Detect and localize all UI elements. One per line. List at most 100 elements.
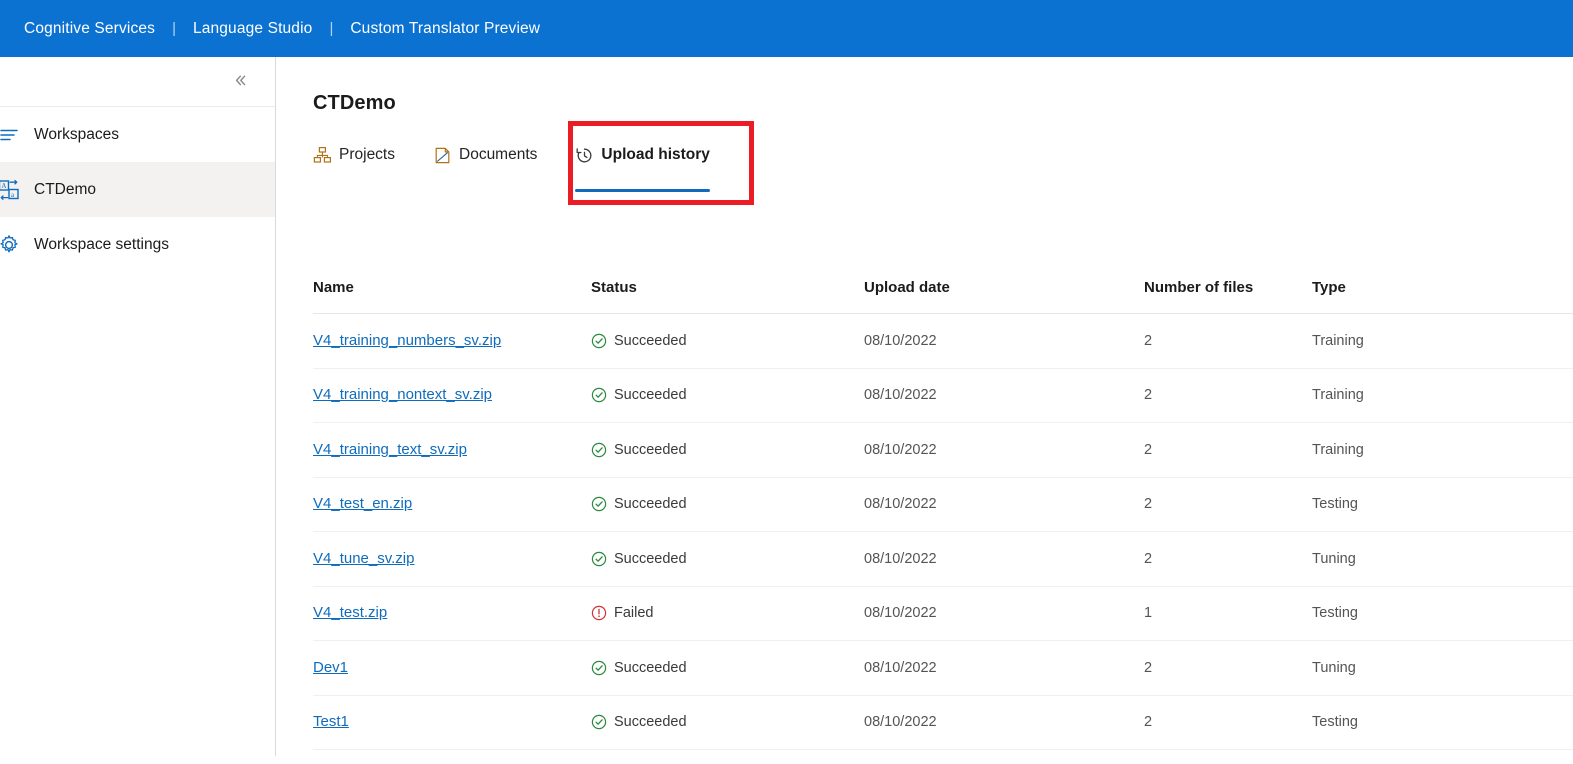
file-link[interactable]: Test1 [313, 713, 349, 730]
svg-text:a: a [11, 190, 15, 198]
tab-upload-history[interactable]: Upload history [575, 140, 710, 192]
table-header-row: Name Status Upload date Number of files … [313, 261, 1573, 314]
breadcrumb-cognitive-services[interactable]: Cognitive Services [24, 20, 155, 38]
table-cell-type: Tuning [1312, 659, 1356, 676]
file-link[interactable]: V4_training_numbers_sv.zip [313, 332, 501, 349]
table-cell-name: V4_training_numbers_sv.zip [313, 332, 591, 350]
table-cell-name: V4_training_text_sv.zip [313, 441, 591, 459]
table-cell-number-of-files: 2 [1144, 387, 1153, 404]
status-badge: Succeeded [591, 442, 864, 458]
sidebar: Workspaces A a CTDemo Workspace settings [0, 57, 276, 756]
table-cell-number-of-files: 2 [1144, 550, 1153, 567]
tab-documents[interactable]: Documents [433, 140, 537, 174]
breadcrumb-separator: | [329, 20, 334, 37]
table-cell-number-of-files: 2 [1144, 332, 1153, 349]
table-cell-type: Tuning [1312, 550, 1356, 567]
error-circle-icon [591, 605, 607, 621]
tab-label: Projects [339, 146, 395, 163]
table-cell-type: Testing [1312, 714, 1358, 731]
sidebar-item-label: CTDemo [34, 180, 97, 198]
status-label: Succeeded [614, 387, 687, 404]
table-cell-name: V4_training_nontext_sv.zip [313, 386, 591, 404]
table-cell-type: Training [1312, 441, 1364, 458]
main-content: CTDemo Projects Documents Upload history… [277, 57, 1573, 756]
status-label: Succeeded [614, 441, 687, 458]
sidebar-item-workspace-settings[interactable]: Workspace settings [0, 217, 275, 272]
status-label: Succeeded [614, 550, 687, 567]
success-check-icon [591, 442, 607, 458]
success-check-icon [591, 387, 607, 403]
status-badge: Succeeded [591, 660, 864, 676]
tab-label: Documents [459, 146, 538, 163]
chevron-double-left-icon[interactable] [232, 72, 249, 92]
file-link[interactable]: V4_test_en.zip [313, 495, 412, 512]
sidebar-collapse-row [0, 57, 275, 107]
sidebar-item-workspaces[interactable]: Workspaces [0, 107, 275, 162]
upload-history-table: Name Status Upload date Number of files … [313, 261, 1573, 750]
tabstrip: Projects Documents Upload history [313, 140, 748, 192]
column-header-type[interactable]: Type [1312, 279, 1512, 296]
table-cell-number-of-files: 2 [1144, 496, 1153, 513]
page-title: CTDemo [313, 92, 396, 114]
table-cell-type: Testing [1312, 605, 1358, 622]
table-cell-number-of-files: 1 [1144, 605, 1153, 622]
success-check-icon [591, 551, 607, 567]
projects-icon [313, 146, 332, 165]
table-cell-number-of-files: 2 [1144, 659, 1153, 676]
history-icon [575, 146, 594, 165]
table-cell-upload-date: 08/10/2022 [864, 496, 937, 513]
sidebar-item-label: Workspaces [34, 125, 119, 143]
table-row: Test1 Succeeded 08/10/2022 2 Testing [313, 696, 1573, 750]
status-label: Succeeded [614, 659, 687, 676]
breadcrumb-language-studio[interactable]: Language Studio [193, 20, 312, 38]
tab-active-indicator [575, 189, 710, 192]
status-badge: Succeeded [591, 496, 864, 512]
table-cell-name: V4_test_en.zip [313, 495, 591, 513]
sidebar-item-ctdemo[interactable]: A a CTDemo [0, 162, 275, 217]
document-icon [433, 146, 452, 165]
status-badge: Succeeded [591, 387, 864, 403]
file-link[interactable]: V4_training_text_sv.zip [313, 441, 467, 458]
table-cell-name: Dev1 [313, 659, 591, 677]
column-header-status[interactable]: Status [591, 279, 864, 296]
table-row: V4_test.zip Failed 08/10/2022 1 Testing [313, 587, 1573, 641]
table-cell-upload-date: 08/10/2022 [864, 714, 937, 731]
file-link[interactable]: V4_training_nontext_sv.zip [313, 386, 492, 403]
status-badge: Failed [591, 605, 864, 621]
file-link[interactable]: Dev1 [313, 659, 348, 676]
sidebar-item-label: Workspace settings [34, 235, 169, 253]
table-cell-name: V4_tune_sv.zip [313, 550, 591, 568]
table-cell-type: Testing [1312, 496, 1358, 513]
status-label: Failed [614, 605, 654, 622]
table-cell-upload-date: 08/10/2022 [864, 441, 937, 458]
file-link[interactable]: V4_test.zip [313, 604, 387, 621]
status-badge: Succeeded [591, 333, 864, 349]
table-cell-upload-date: 08/10/2022 [864, 550, 937, 567]
file-link[interactable]: V4_tune_sv.zip [313, 550, 414, 567]
translate-icon: A a [0, 179, 22, 201]
column-header-number-of-files[interactable]: Number of files [1144, 279, 1312, 296]
table-cell-upload-date: 08/10/2022 [864, 605, 937, 622]
svg-text:A: A [1, 182, 6, 190]
table-body: V4_training_numbers_sv.zip Succeeded 08/10… [313, 314, 1573, 750]
gear-icon [0, 234, 22, 256]
table-cell-upload-date: 08/10/2022 [864, 387, 937, 404]
column-header-upload-date[interactable]: Upload date [864, 279, 1144, 296]
table-cell-number-of-files: 2 [1144, 714, 1153, 731]
table-cell-number-of-files: 2 [1144, 441, 1153, 458]
status-label: Succeeded [614, 714, 687, 731]
success-check-icon [591, 714, 607, 730]
success-check-icon [591, 496, 607, 512]
table-cell-name: Test1 [313, 713, 591, 731]
table-cell-type: Training [1312, 387, 1364, 404]
tab-projects[interactable]: Projects [313, 140, 395, 174]
column-header-name[interactable]: Name [313, 279, 591, 296]
table-row: V4_training_text_sv.zip Succeeded 08/10/20… [313, 423, 1573, 478]
status-badge: Succeeded [591, 714, 864, 730]
table-cell-upload-date: 08/10/2022 [864, 659, 937, 676]
breadcrumb-separator: | [172, 20, 176, 37]
table-row: V4_training_nontext_sv.zip Succeeded 08/10… [313, 369, 1573, 423]
table-row: Dev1 Succeeded 08/10/2022 2 Tuning [313, 641, 1573, 696]
breadcrumb-custom-translator-preview[interactable]: Custom Translator Preview [350, 20, 540, 38]
table-cell-upload-date: 08/10/2022 [864, 332, 937, 349]
